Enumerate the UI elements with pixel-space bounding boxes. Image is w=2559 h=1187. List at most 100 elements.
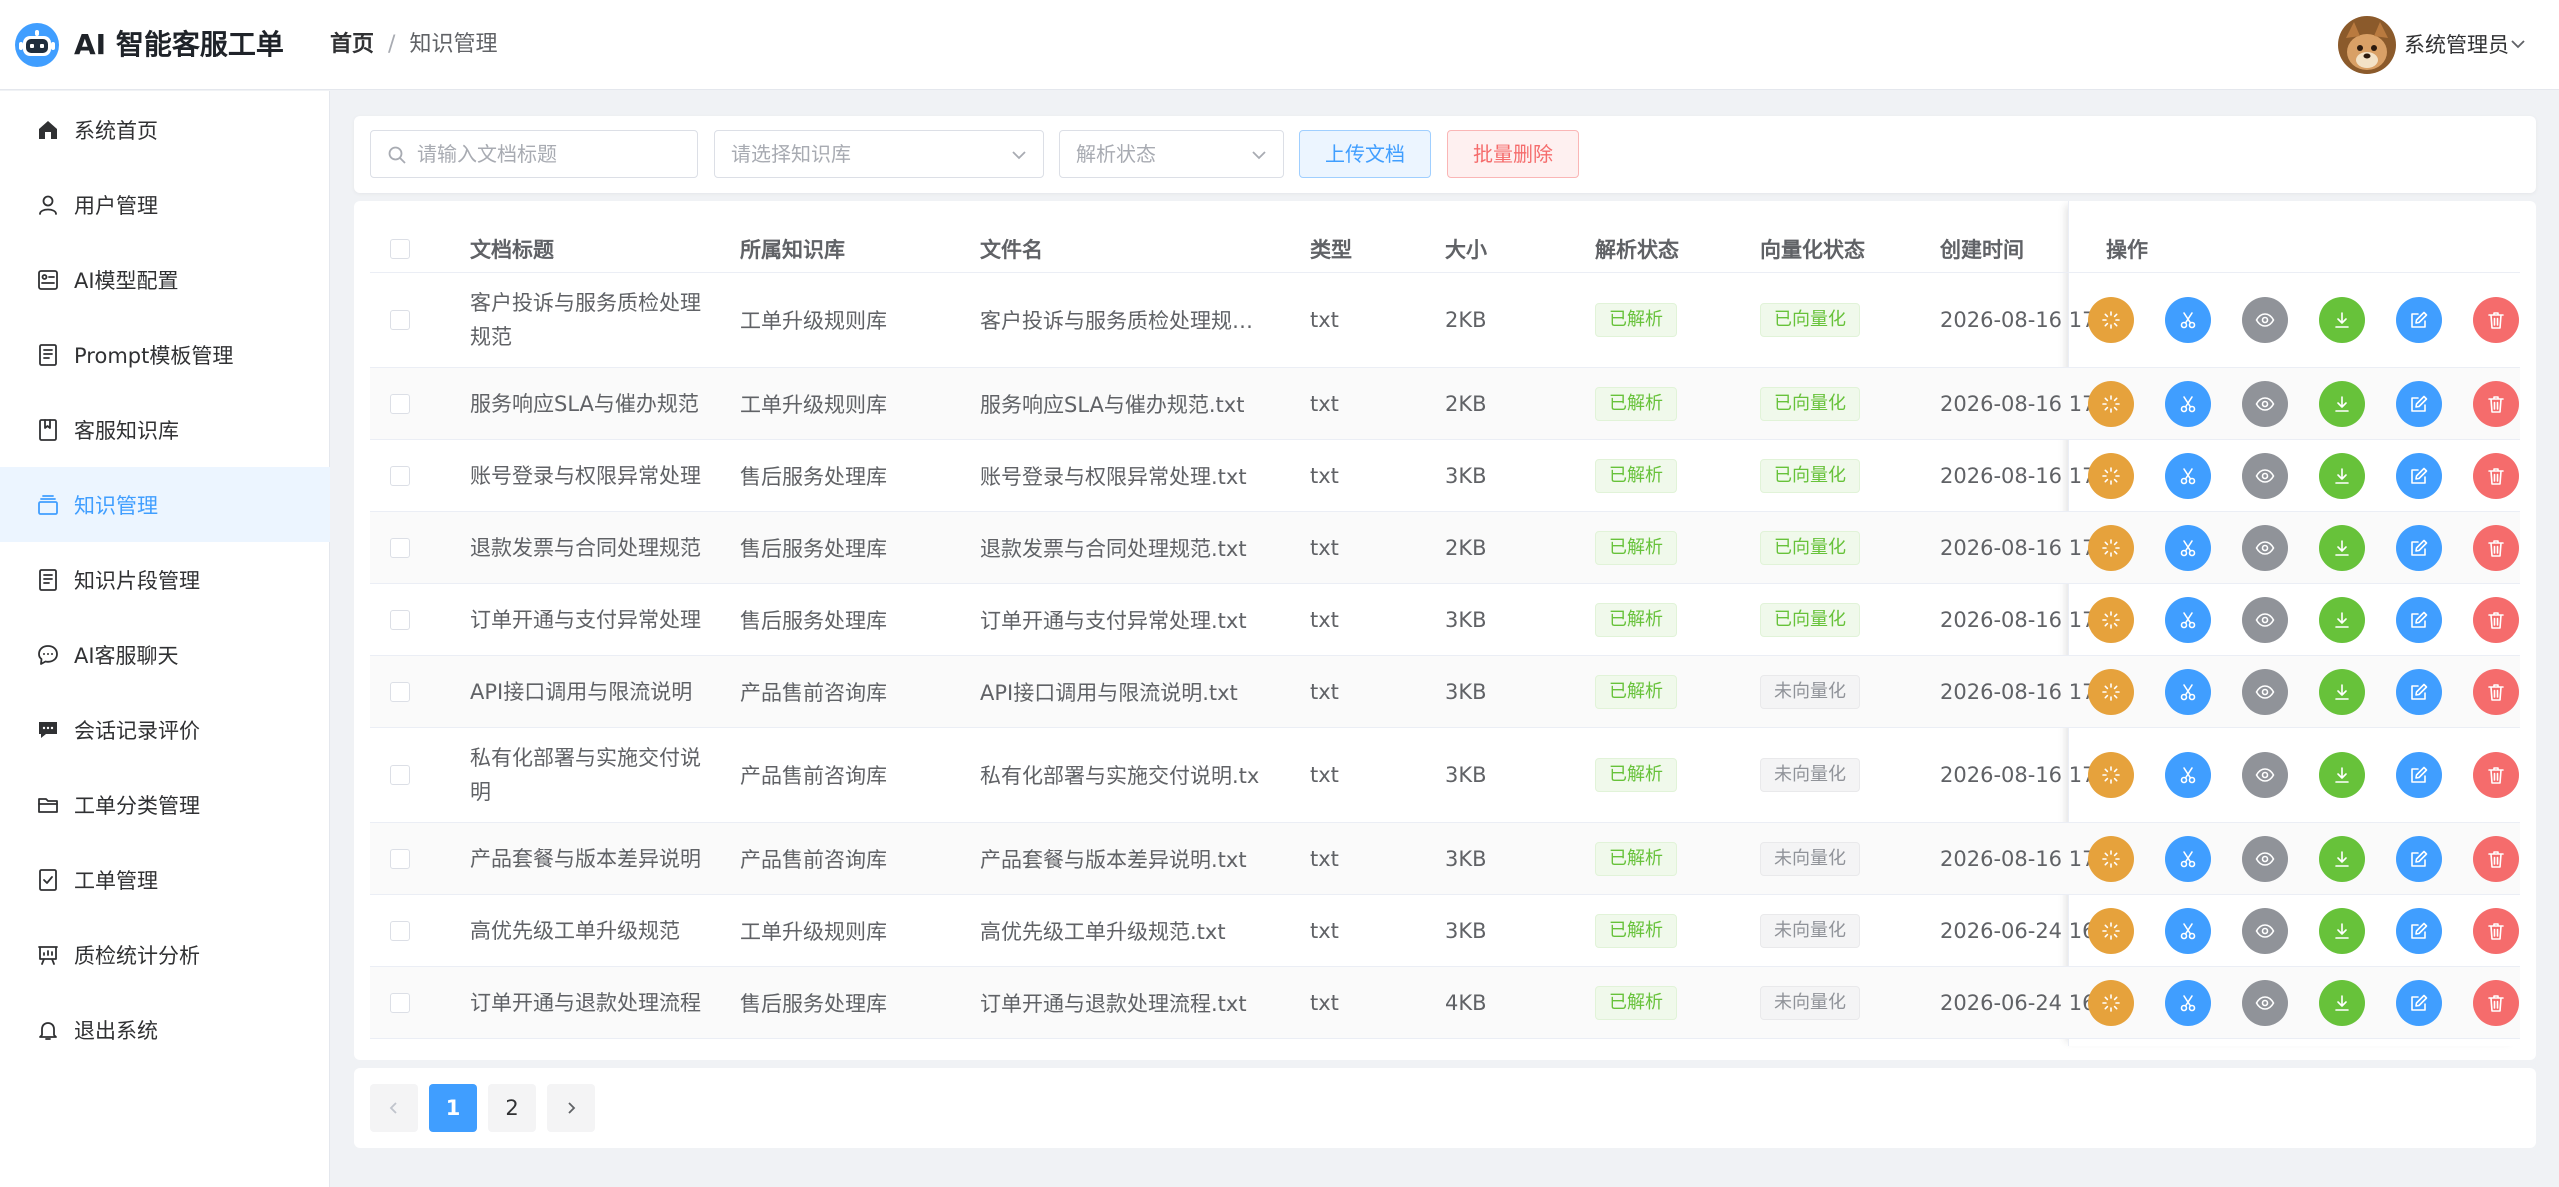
download-action-button[interactable] xyxy=(2319,596,2365,643)
download-action-button[interactable] xyxy=(2319,668,2365,715)
trash-action-button[interactable] xyxy=(2473,596,2519,643)
download-action-button[interactable] xyxy=(2319,452,2365,499)
trash-action-button[interactable] xyxy=(2473,297,2519,343)
search-input[interactable] xyxy=(417,131,687,177)
parse-action-button[interactable] xyxy=(2088,752,2134,798)
eye-action-button[interactable] xyxy=(2242,524,2288,571)
search-input-wrapper[interactable] xyxy=(370,130,698,178)
sidebar-item-4[interactable]: 客服知识库 xyxy=(0,392,330,467)
row-checkbox[interactable] xyxy=(390,765,410,785)
trash-action-button[interactable] xyxy=(2473,668,2519,715)
row-checkbox[interactable] xyxy=(390,848,410,869)
sidebar-item-8[interactable]: 会话记录评价 xyxy=(0,692,330,767)
edit-action-button[interactable] xyxy=(2396,452,2442,499)
edit-action-button[interactable] xyxy=(2396,752,2442,798)
eye-action-button[interactable] xyxy=(2242,668,2288,715)
parse-action-button[interactable] xyxy=(2088,380,2134,427)
edit-action-button[interactable] xyxy=(2396,835,2442,882)
scissors-action-button[interactable] xyxy=(2165,907,2211,954)
upload-document-button[interactable]: 上传文档 xyxy=(1299,130,1431,178)
parse-status-select[interactable]: 解析状态 xyxy=(1059,130,1284,178)
sidebar-item-1[interactable]: 用户管理 xyxy=(0,167,330,242)
edit-action-button[interactable] xyxy=(2396,380,2442,427)
download-action-button[interactable] xyxy=(2319,907,2365,954)
chevron-down-icon[interactable] xyxy=(2510,36,2526,52)
sidebar-item-5[interactable]: 知识管理 xyxy=(0,467,330,542)
scissors-action-button[interactable] xyxy=(2165,524,2211,571)
user-avatar[interactable] xyxy=(2338,16,2396,74)
scissors-action-button[interactable] xyxy=(2165,380,2211,427)
page-2-button[interactable]: 2 xyxy=(488,1084,536,1132)
sidebar-item-3[interactable]: Prompt模板管理 xyxy=(0,317,330,392)
download-action-button[interactable] xyxy=(2319,835,2365,882)
edit-action-button[interactable] xyxy=(2396,979,2442,1026)
eye-action-button[interactable] xyxy=(2242,452,2288,499)
edit-action-button[interactable] xyxy=(2396,668,2442,715)
sidebar-item-11[interactable]: 质检统计分析 xyxy=(0,917,330,992)
row-checkbox[interactable] xyxy=(390,393,410,414)
knowledge-base-select[interactable]: 请选择知识库 xyxy=(714,130,1044,178)
row-checkbox[interactable] xyxy=(390,609,410,630)
trash-action-button[interactable] xyxy=(2473,380,2519,427)
sidebar-item-10[interactable]: 工单管理 xyxy=(0,842,330,917)
row-checkbox[interactable] xyxy=(390,681,410,702)
row-checkbox[interactable] xyxy=(390,310,410,330)
row-checkbox[interactable] xyxy=(390,920,410,941)
download-action-button[interactable] xyxy=(2319,380,2365,427)
parse-action-button[interactable] xyxy=(2088,524,2134,571)
parse-action-button[interactable] xyxy=(2088,596,2134,643)
user-name[interactable]: 系统管理员 xyxy=(2404,28,2509,62)
download-action-button[interactable] xyxy=(2319,979,2365,1026)
edit-action-button[interactable] xyxy=(2396,907,2442,954)
scissors-action-button[interactable] xyxy=(2165,668,2211,715)
trash-action-button[interactable] xyxy=(2473,452,2519,499)
scissors-action-button[interactable] xyxy=(2165,979,2211,1026)
row-checkbox[interactable] xyxy=(390,465,410,486)
page-1-button[interactable]: 1 xyxy=(429,1084,477,1132)
trash-action-button[interactable] xyxy=(2473,752,2519,798)
sidebar-item-2[interactable]: AI模型配置 xyxy=(0,242,330,317)
edit-action-button[interactable] xyxy=(2396,297,2442,343)
sidebar-item-7[interactable]: AI客服聊天 xyxy=(0,617,330,692)
scissors-action-button[interactable] xyxy=(2165,452,2211,499)
parse-action-button[interactable] xyxy=(2088,297,2134,343)
trash-action-button[interactable] xyxy=(2473,524,2519,571)
download-action-button[interactable] xyxy=(2319,752,2365,798)
sidebar-item-6[interactable]: 知识片段管理 xyxy=(0,542,330,617)
trash-icon xyxy=(2486,394,2506,414)
parse-action-button[interactable] xyxy=(2088,979,2134,1026)
parse-action-button[interactable] xyxy=(2088,907,2134,954)
select-all-checkbox[interactable] xyxy=(390,238,410,259)
trash-action-button[interactable] xyxy=(2473,835,2519,882)
sidebar-item-12[interactable]: 退出系统 xyxy=(0,992,330,1067)
breadcrumb-home[interactable]: 首页 xyxy=(330,32,374,57)
eye-action-button[interactable] xyxy=(2242,835,2288,882)
trash-action-button[interactable] xyxy=(2473,907,2519,954)
row-checkbox[interactable] xyxy=(390,537,410,558)
sidebar-item-0[interactable]: 系统首页 xyxy=(0,92,330,167)
parse-action-button[interactable] xyxy=(2088,668,2134,715)
eye-action-button[interactable] xyxy=(2242,596,2288,643)
next-page-button[interactable] xyxy=(547,1084,595,1132)
download-action-button[interactable] xyxy=(2319,297,2365,343)
edit-action-button[interactable] xyxy=(2396,596,2442,643)
download-action-button[interactable] xyxy=(2319,524,2365,571)
scissors-action-button[interactable] xyxy=(2165,297,2211,343)
eye-action-button[interactable] xyxy=(2242,752,2288,798)
parse-status-cell: 已解析 xyxy=(1595,895,1755,966)
sidebar-item-9[interactable]: 工单分类管理 xyxy=(0,767,330,842)
row-checkbox[interactable] xyxy=(390,992,410,1013)
edit-action-button[interactable] xyxy=(2396,524,2442,571)
prev-page-button[interactable] xyxy=(370,1084,418,1132)
eye-action-button[interactable] xyxy=(2242,380,2288,427)
eye-action-button[interactable] xyxy=(2242,297,2288,343)
batch-delete-button[interactable]: 批量删除 xyxy=(1447,130,1579,178)
eye-action-button[interactable] xyxy=(2242,907,2288,954)
parse-action-button[interactable] xyxy=(2088,835,2134,882)
scissors-action-button[interactable] xyxy=(2165,835,2211,882)
eye-action-button[interactable] xyxy=(2242,979,2288,1026)
scissors-action-button[interactable] xyxy=(2165,752,2211,798)
scissors-action-button[interactable] xyxy=(2165,596,2211,643)
parse-action-button[interactable] xyxy=(2088,452,2134,499)
trash-action-button[interactable] xyxy=(2473,979,2519,1026)
